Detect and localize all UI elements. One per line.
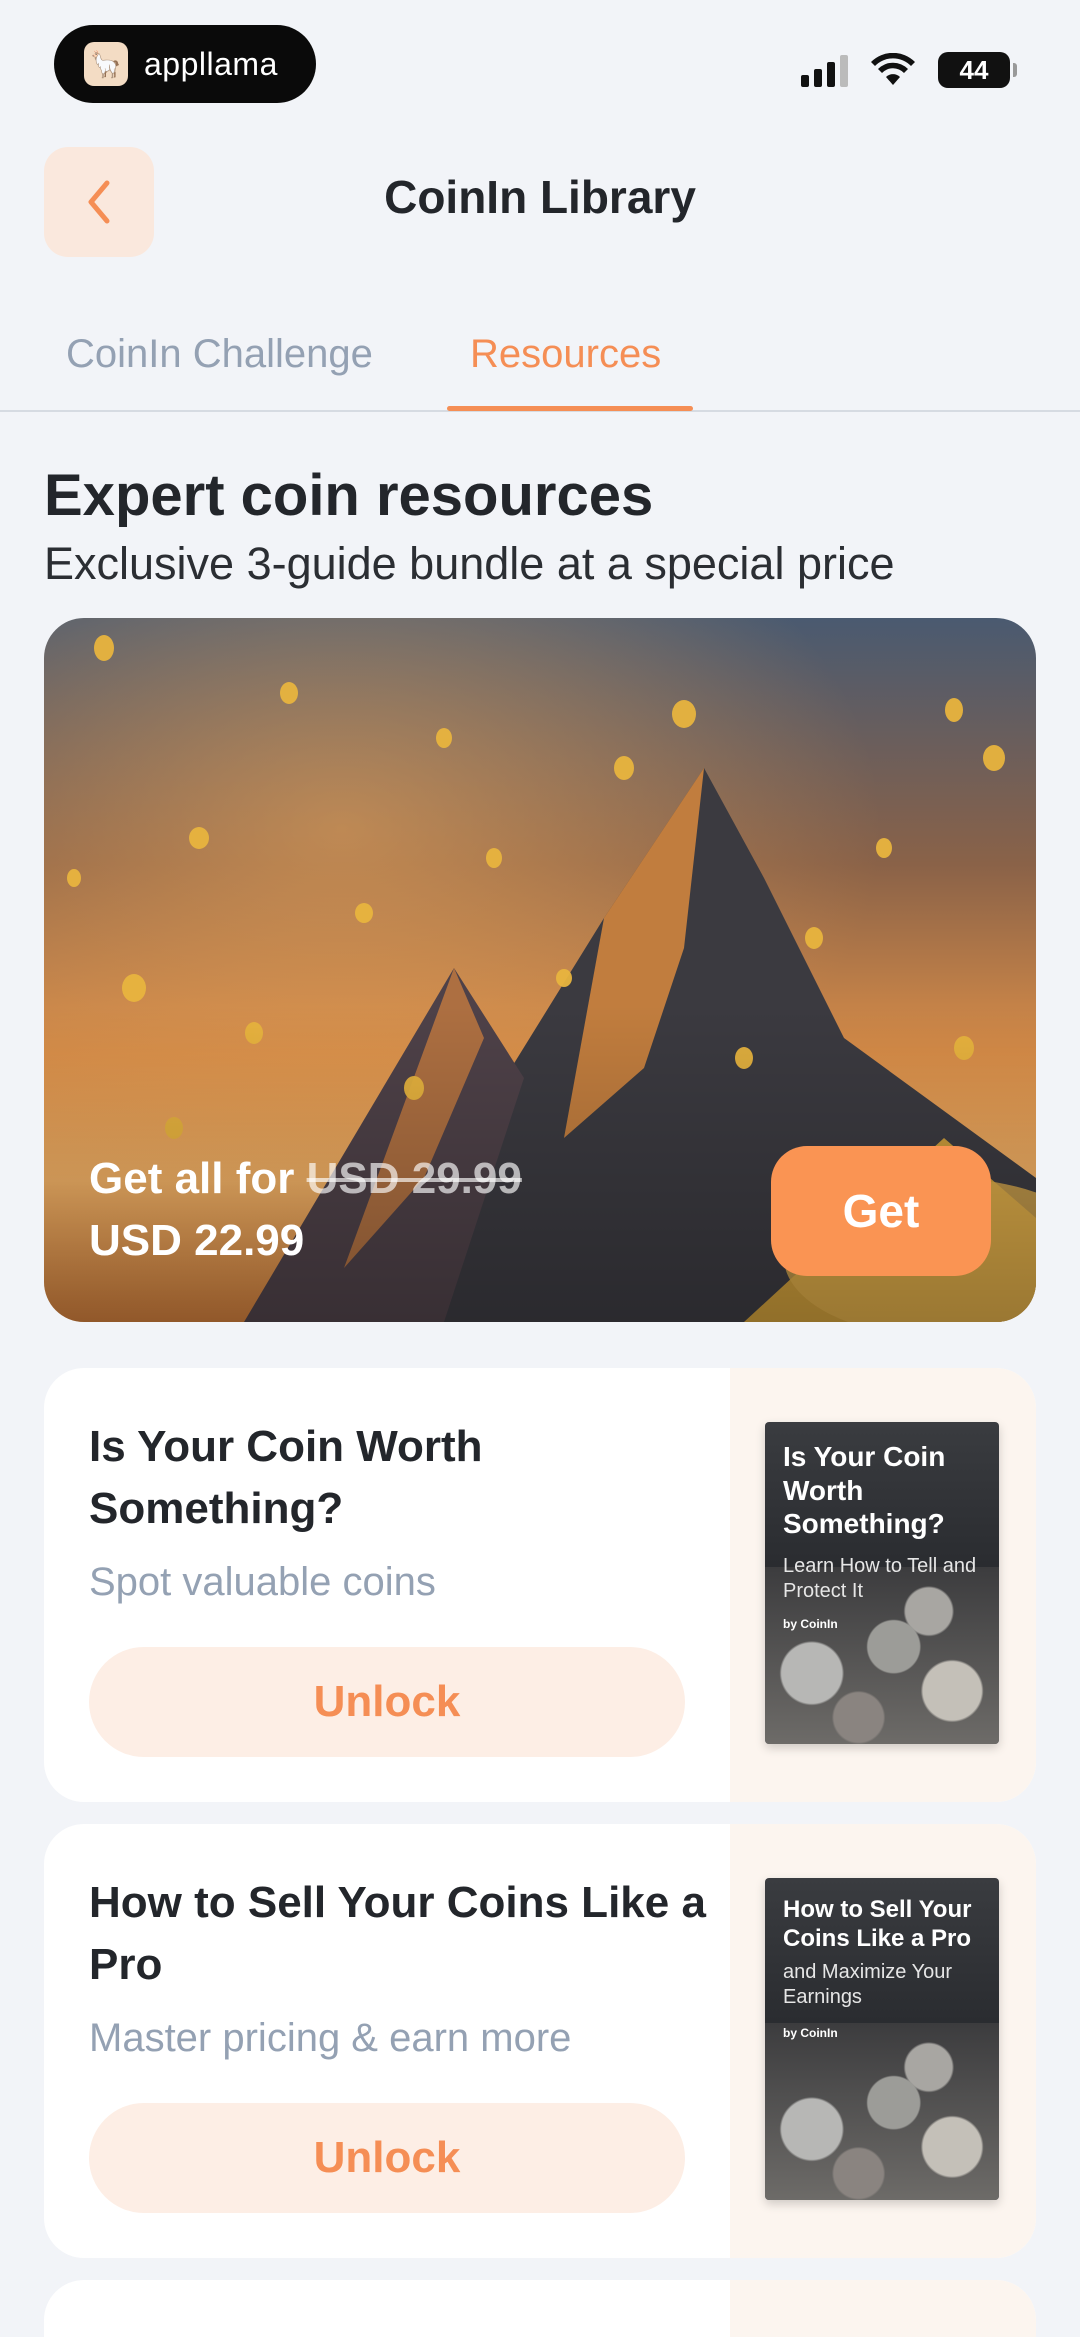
book-cover-title: How to Sell Your Coins Like a Pro [783, 1896, 972, 1952]
guide-subtitle: Master pricing & earn more [89, 2016, 572, 2060]
bundle-price: Get all for USD 29.99 USD 22.99 [89, 1148, 522, 1272]
app-badge-label: appllama [144, 45, 278, 82]
unlock-button[interactable]: Unlock [89, 2103, 685, 2213]
book-cover-image: Is Your Coin Worth Something? Learn How … [765, 1422, 999, 1744]
book-cover-brand: by CoinIn [783, 2026, 838, 2040]
guide-title: Is Your Coin Worth Something? [89, 1422, 483, 1533]
tab-bar: CoinIn Challenge Resources [0, 320, 1080, 412]
guide-card-sell-coins[interactable]: How to Sell Your Coins Like a Pro Master… [44, 1824, 1036, 2258]
bundle-hero-card[interactable]: Get all for USD 29.99 USD 22.99 Get [44, 618, 1036, 1322]
tab-coinin-challenge[interactable]: CoinIn Challenge [66, 332, 373, 377]
book-cover-image: How to Sell Your Coins Like a Pro and Ma… [765, 1878, 999, 2200]
bundle-price-prefix: Get all for [89, 1154, 295, 1203]
bundle-old-price: USD 29.99 [306, 1154, 522, 1203]
guide-subtitle: Spot valuable coins [89, 1560, 436, 1604]
unlock-button[interactable]: Unlock [89, 1647, 685, 1757]
battery-level: 44 [959, 54, 989, 85]
wifi-icon [871, 53, 915, 85]
get-bundle-button[interactable]: Get [771, 1146, 991, 1276]
status-icons: 44 [801, 52, 1017, 88]
section-subtitle: Exclusive 3-guide bundle at a special pr… [44, 538, 895, 589]
guide-card-coin-worth[interactable]: Is Your Coin Worth Something? Spot valua… [44, 1368, 1036, 1802]
cellular-signal-icon [801, 53, 848, 87]
guide-title: How to Sell Your Coins Like a Pro [89, 1878, 706, 1989]
book-cover-subtitle: and Maximize Your Earnings [783, 1961, 952, 2008]
llama-logo-icon: 🦙 [84, 42, 128, 86]
book-cover-brand: by CoinIn [783, 1617, 838, 1631]
active-tab-indicator [447, 406, 693, 411]
book-cover-title: Is Your Coin Worth Something? [783, 1441, 946, 1540]
app-badge: 🦙 appllama [54, 25, 316, 103]
section-title: Expert coin resources [44, 463, 654, 528]
page-title: CoinIn Library [384, 171, 696, 223]
bundle-new-price: USD 22.99 [89, 1216, 305, 1265]
battery-icon: 44 [938, 52, 1017, 88]
tab-resources[interactable]: Resources [470, 332, 661, 377]
guide-card-partial[interactable] [44, 2280, 1036, 2337]
book-cover-subtitle: Learn How to Tell and Protect It [783, 1555, 977, 1602]
status-bar: 🦙 appllama 44 [0, 0, 1080, 130]
